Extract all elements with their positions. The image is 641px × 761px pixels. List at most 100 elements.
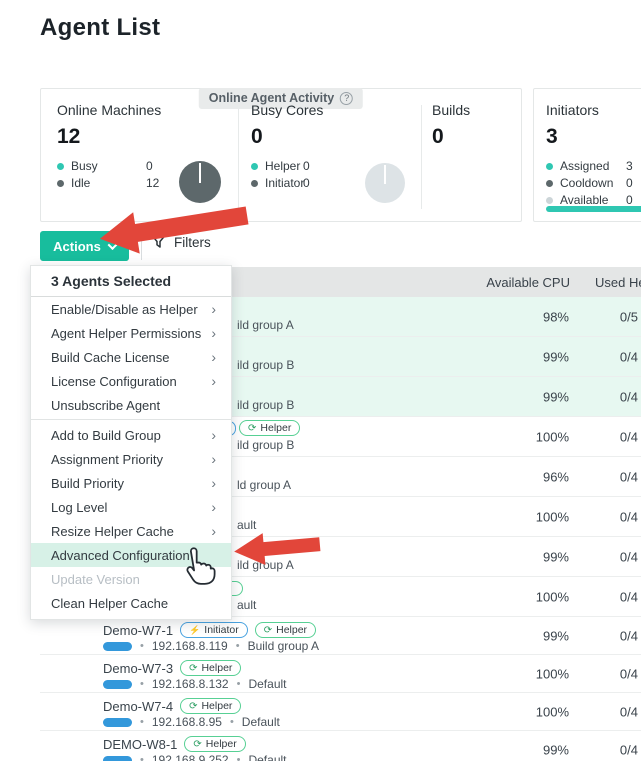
table-row[interactable]: Demo-W7-1⚡Initiator⟳Helper•192.168.8.119…: [40, 617, 641, 655]
helper-badge: ⟳Helper: [180, 698, 241, 714]
separator-dot: •: [140, 640, 144, 652]
initiators-bar-chart: [546, 206, 641, 212]
helper-badge-label: Helper: [276, 624, 307, 636]
actions-button[interactable]: Actions: [40, 231, 129, 261]
legend-value: 0: [303, 159, 310, 173]
menu-item-clean-helper-cache[interactable]: Clean Helper Cache: [31, 591, 231, 615]
os-badge: [103, 756, 132, 761]
menu-item-assignment-priority[interactable]: Assignment Priority›: [31, 447, 231, 471]
menu-item-resize-helper-cache[interactable]: Resize Helper Cache›: [31, 519, 231, 543]
separator-dot: •: [230, 716, 234, 728]
column-used-helpers[interactable]: Used Helpers: [595, 275, 641, 290]
used-helpers-value: 0/4: [620, 589, 638, 604]
submenu-chevron-icon: ›: [211, 302, 216, 316]
menu-item-label: Enable/Disable as Helper: [51, 302, 198, 317]
menu-item-build-cache-license[interactable]: Build Cache License ›: [31, 345, 231, 369]
separator-dot: •: [140, 754, 144, 761]
filters-button[interactable]: Filters: [151, 234, 211, 250]
used-helpers-value: 0/5: [620, 309, 638, 324]
menu-item-unsubscribe-agent[interactable]: Unsubscribe Agent: [31, 393, 231, 417]
menu-item-label: Clean Helper Cache: [51, 596, 168, 611]
actions-button-label: Actions: [53, 239, 101, 254]
legend-dot-icon: [546, 163, 553, 170]
menu-divider: [31, 419, 231, 420]
used-helpers-value: 0/4: [620, 742, 638, 757]
legend-value: 12: [146, 176, 159, 190]
metric-value: 3: [546, 125, 641, 149]
menu-item-add-to-build-group[interactable]: Add to Build Group›: [31, 423, 231, 447]
legend-label: Cooldown: [560, 176, 626, 190]
agent-subline: •192.168.9.252•Default: [103, 753, 287, 761]
available-cpu-value: 96%: [543, 469, 569, 484]
menu-item-label: Build Priority: [51, 476, 124, 491]
legend-value: 3: [626, 159, 633, 173]
used-helpers-value: 0/4: [620, 429, 638, 444]
available-cpu-value: 99%: [543, 389, 569, 404]
available-cpu-value: 100%: [536, 666, 569, 681]
submenu-chevron-icon: ›: [211, 374, 216, 388]
submenu-chevron-icon: ›: [211, 500, 216, 514]
separator-dot: •: [237, 678, 241, 690]
menu-item-label: Log Level: [51, 500, 107, 515]
table-row[interactable]: Demo-W7-4⟳Helper•192.168.8.95•Default100…: [40, 693, 641, 731]
menu-item-label: Advanced Configuration: [51, 548, 190, 563]
menu-item-label: Resize Helper Cache: [51, 524, 174, 539]
legend-label: Assigned: [560, 159, 626, 173]
build-group: ld group A: [237, 478, 291, 492]
submenu-chevron-icon: ›: [211, 326, 216, 340]
build-group: ault: [237, 598, 256, 612]
actions-dropdown-menu: 3 Agents Selected Enable/Disable as Help…: [30, 265, 232, 620]
available-cpu-value: 100%: [536, 704, 569, 719]
menu-item-label: Build Cache License: [51, 350, 170, 365]
builds-section: Builds 0: [422, 89, 521, 221]
agent-name: Demo-W7-1: [103, 623, 173, 638]
refresh-icon: ⟳: [189, 663, 197, 674]
menu-item-enable-disable-as-helper[interactable]: Enable/Disable as Helper ›: [31, 297, 231, 321]
legend-label: Initiator: [265, 176, 303, 190]
menu-header: 3 Agents Selected: [31, 266, 231, 297]
metric-title: Builds: [432, 102, 521, 118]
menu-item-advanced-configuration[interactable]: Advanced Configuration: [31, 543, 231, 567]
legend-dot-icon: [57, 180, 64, 187]
menu-item-log-level[interactable]: Log Level ›: [31, 495, 231, 519]
used-helpers-value: 0/4: [620, 389, 638, 404]
menu-item-label: License Configuration: [51, 374, 177, 389]
column-available-cpu[interactable]: Available CPU: [486, 275, 570, 290]
initiator-badge: ⚡Initiator: [180, 622, 248, 638]
agent-name-line: Demo-W7-4⟳Helper: [103, 698, 241, 714]
build-group: Build group A: [248, 639, 319, 653]
agent-name-line: Demo-W7-1⚡Initiator⟳Helper: [103, 622, 316, 638]
helper-badge-label: Helper: [201, 662, 232, 674]
build-group: ault: [237, 518, 256, 532]
menu-item-license-configuration[interactable]: License Configuration ›: [31, 369, 231, 393]
agent-subline: •192.168.8.95•Default: [103, 715, 280, 729]
helper-badge: ⟳Helper: [184, 736, 245, 752]
submenu-chevron-icon: ›: [211, 452, 216, 466]
menu-item-label: Agent Helper Permissions: [51, 326, 201, 341]
metric-value: 12: [57, 125, 238, 149]
filters-button-label: Filters: [174, 235, 211, 250]
available-cpu-value: 98%: [543, 309, 569, 324]
table-row[interactable]: Demo-W7-3⟳Helper•192.168.8.132•Default10…: [40, 655, 641, 693]
table-row[interactable]: DEMO-W8-1⟳Helper•192.168.9.252•Default99…: [40, 731, 641, 761]
submenu-chevron-icon: ›: [211, 350, 216, 364]
menu-item-label: Unsubscribe Agent: [51, 398, 160, 413]
os-badge: [103, 642, 132, 651]
build-group: ild group B: [237, 398, 294, 412]
agent-ip: 192.168.8.132: [152, 677, 229, 691]
build-group: Default: [242, 715, 280, 729]
metric-value: 0: [251, 125, 421, 149]
initiator-badge-label: Initiator: [204, 624, 238, 636]
legend-item: Assigned3: [546, 159, 641, 173]
agent-ip: 192.168.8.119: [152, 639, 228, 653]
online-agent-activity-card: Online Agent Activity ? Online Machines …: [40, 88, 522, 222]
agent-subline: •192.168.8.119•Build group A: [103, 639, 319, 653]
refresh-icon: ⟳: [248, 423, 256, 434]
used-helpers-value: 0/4: [620, 549, 638, 564]
available-cpu-value: 100%: [536, 509, 569, 524]
separator-dot: •: [237, 754, 241, 761]
refresh-icon: ⟳: [193, 739, 201, 750]
helper-badge-partial: [232, 581, 243, 596]
menu-item-build-priority[interactable]: Build Priority›: [31, 471, 231, 495]
menu-item-agent-helper-permissions[interactable]: Agent Helper Permissions ›: [31, 321, 231, 345]
